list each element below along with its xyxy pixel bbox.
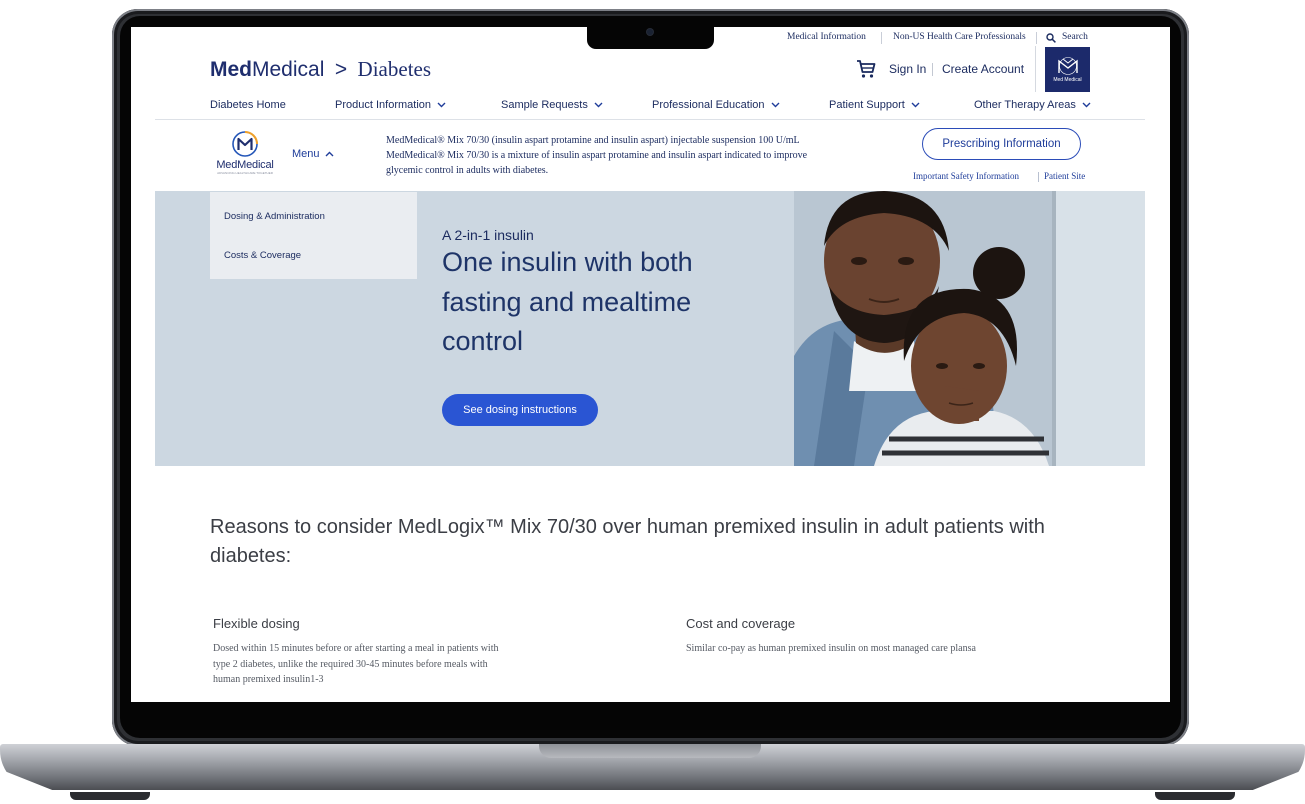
camera-icon (647, 29, 653, 35)
brand-badge-emblem-icon (1057, 57, 1078, 75)
hero-title: One insulin with both fasting and mealti… (442, 247, 693, 356)
menu-label: Menu (292, 148, 320, 160)
nav-divider (155, 119, 1145, 120)
nav-professional-education[interactable]: Professional Education (652, 99, 780, 111)
nav-diabetes-home[interactable]: Diabetes Home (210, 99, 286, 111)
non-us-hcp-link[interactable]: Non-US Health Care Professionals (893, 32, 1026, 42)
reasons-heading: Reasons to consider MedLogix™ Mix 70/30 … (210, 516, 1045, 567)
product-logo-tagline: ADVANCING HEALTHCARE TOGETHER (217, 171, 273, 175)
nav-label: Product Information (335, 99, 431, 111)
feature-title-flexible-dosing: Flexible dosing (213, 616, 300, 631)
brand-name-regular: Medical (252, 58, 325, 81)
search-link[interactable]: Search (1062, 32, 1088, 42)
shopping-cart-icon[interactable] (856, 59, 876, 79)
search-icon[interactable] (1046, 33, 1056, 43)
nav-label: Patient Support (829, 99, 905, 111)
chevron-down-icon (594, 102, 603, 108)
camera-notch (587, 27, 714, 49)
important-safety-information-link[interactable]: Important Safety Information (913, 171, 1019, 181)
feature-body-line: human premixed insulin1-3 (213, 674, 324, 685)
feature-title-cost-coverage: Cost and coverage (686, 616, 796, 631)
section-name: Diabetes (357, 57, 432, 81)
laptop-hinge (539, 744, 761, 758)
laptop-screen: Medical Information Non-US Health Care P… (131, 27, 1170, 702)
nav-patient-support[interactable]: Patient Support (829, 99, 920, 111)
nav-label: Professional Education (652, 99, 765, 111)
webpage: Medical Information Non-US Health Care P… (155, 27, 1145, 702)
chevron-down-icon (771, 102, 780, 108)
product-description-line: MedMedical® Mix 70/30 (insulin aspart pr… (386, 135, 800, 146)
nav-label: Sample Requests (501, 99, 588, 111)
menu-toggle-button[interactable]: Menu (292, 148, 334, 160)
see-dosing-instructions-button[interactable]: See dosing instructions (442, 394, 598, 426)
nav-label: Other Therapy Areas (974, 99, 1076, 111)
chevron-down-icon (1082, 102, 1091, 108)
hero-eyebrow: A 2-in-1 insulin (442, 227, 534, 243)
product-description-line: MedMedical® Mix 70/30 is a mixture of in… (386, 150, 808, 161)
breadcrumb-separator: > (334, 58, 348, 81)
nav-label: Diabetes Home (210, 99, 286, 111)
link-divider (1038, 172, 1039, 182)
feature-body-cost-coverage: Similar co-pay as human premixed insulin… (686, 641, 1106, 657)
nav-sample-requests[interactable]: Sample Requests (501, 99, 603, 111)
main-navigation: Diabetes Home Product Information Sample… (210, 99, 1091, 115)
prescribing-information-button[interactable]: Prescribing Information (922, 128, 1081, 160)
menu-item-costs-coverage[interactable]: Costs & Coverage (224, 250, 301, 261)
laptop-foot-left (70, 792, 150, 800)
header-divider (1035, 46, 1036, 92)
feature-body-line: type 2 diabetes, unlike the required 30-… (213, 658, 488, 670)
feature-body-flexible-dosing: Dosed within 15 minutes before or after … (213, 641, 593, 688)
sign-in-link[interactable]: Sign In (889, 62, 926, 76)
create-account-link[interactable]: Create Account (942, 62, 1024, 76)
medmedical-emblem-icon (232, 131, 258, 157)
site-title[interactable]: MedMedical > Diabetes (210, 57, 431, 82)
feature-body-line: Dosed within 15 minutes before or after … (213, 643, 499, 654)
nav-product-information[interactable]: Product Information (335, 99, 446, 111)
chevron-up-icon (325, 151, 334, 157)
account-divider (932, 63, 933, 76)
menu-item-dosing-administration[interactable]: Dosing & Administration (224, 211, 325, 222)
menu-dropdown: Dosing & Administration Costs & Coverage (210, 192, 417, 279)
hero-banner: Dosing & Administration Costs & Coverage… (155, 191, 1145, 466)
utility-divider (1036, 32, 1037, 44)
brand-badge-logo[interactable]: Med Medical (1045, 47, 1090, 92)
medical-information-link[interactable]: Medical Information (787, 32, 866, 42)
product-description: MedMedical® Mix 70/30 (insulin aspart pr… (386, 133, 886, 178)
product-logo-name: MedMedical (216, 159, 274, 171)
patient-site-link[interactable]: Patient Site (1044, 171, 1085, 181)
chevron-down-icon (911, 102, 920, 108)
utility-divider (881, 32, 882, 44)
chevron-down-icon (437, 102, 446, 108)
product-logo[interactable]: MedMedical ADVANCING HEALTHCARE TOGETHER (210, 130, 280, 180)
brand-badge-text: Med Medical (1053, 77, 1082, 83)
nav-other-therapy-areas[interactable]: Other Therapy Areas (974, 99, 1091, 111)
product-description-line: glycemic control in adults with diabetes… (386, 165, 549, 176)
brand-name-bold: Med (210, 58, 252, 81)
hero-photo-father-daughter (794, 191, 1145, 466)
feature-body-line: Similar co-pay as human premixed insulin… (686, 643, 976, 654)
laptop-foot-right (1155, 792, 1235, 800)
